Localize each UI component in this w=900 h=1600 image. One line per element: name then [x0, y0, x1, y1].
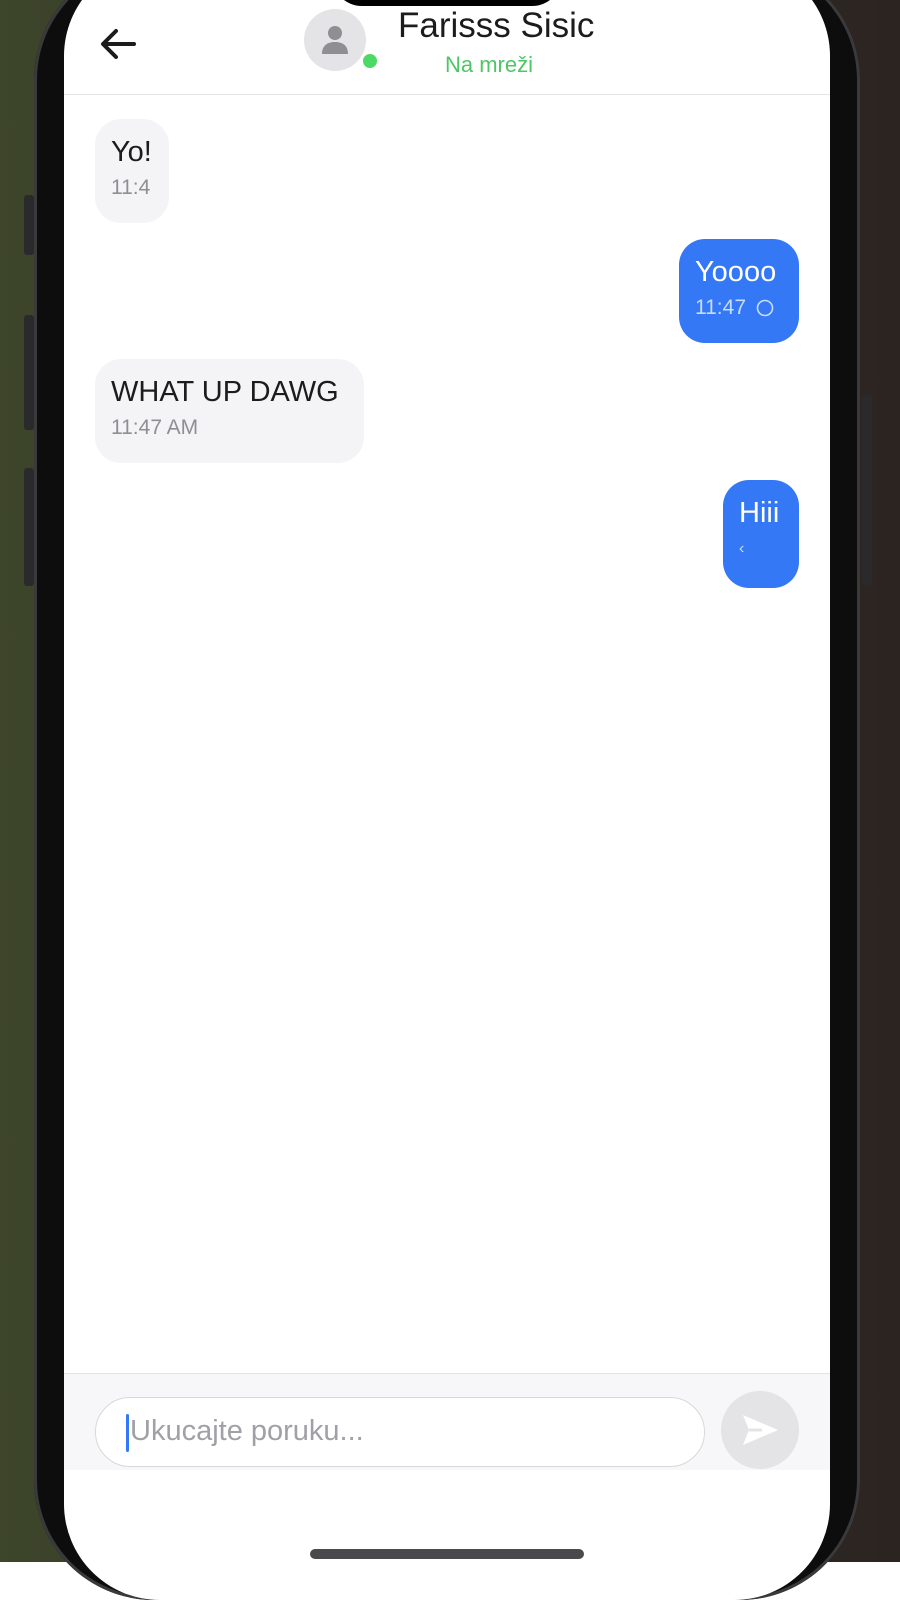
message-composer — [64, 1373, 830, 1470]
outgoing-message[interactable]: Hiii ‹ — [723, 480, 799, 588]
person-icon — [322, 26, 348, 54]
message-time: 11:47 AM — [111, 416, 199, 439]
message-time: 11:4 — [111, 176, 151, 199]
message-list: Yo! 11:4 Yoooo 11:47 WHAT UP DAWG 11:47 … — [64, 95, 830, 1375]
message-input[interactable] — [126, 1398, 690, 1465]
contact-name: Farisss Sisic — [398, 6, 595, 45]
phone-side-button — [24, 468, 34, 586]
chat-header: Farisss Sisic Na mreži — [64, 0, 830, 95]
message-time: ‹ — [739, 540, 745, 557]
incoming-message[interactable]: Yo! 11:4 — [95, 119, 169, 223]
incoming-message[interactable]: WHAT UP DAWG 11:47 AM — [95, 359, 364, 463]
phone-side-button — [24, 195, 34, 255]
message-text: Hiii — [739, 497, 780, 529]
send-button[interactable] — [721, 1391, 799, 1469]
online-status: Na mreži — [445, 52, 534, 77]
online-indicator — [360, 51, 380, 71]
phone-side-button — [24, 315, 34, 430]
arrow-left-icon — [101, 29, 136, 59]
home-indicator[interactable] — [310, 1549, 584, 1559]
message-input-container — [95, 1397, 705, 1467]
back-button[interactable] — [92, 18, 144, 70]
contact-avatar[interactable] — [304, 9, 366, 71]
message-text: Yoooo — [695, 256, 777, 288]
message-text: WHAT UP DAWG — [111, 376, 339, 408]
pending-circle-icon — [756, 299, 774, 317]
message-time: 11:47 — [695, 296, 746, 319]
outgoing-message[interactable]: Yoooo 11:47 — [679, 239, 799, 343]
message-text: Yo! — [111, 136, 152, 168]
message-meta: 11:47 — [695, 295, 783, 321]
phone-side-button — [862, 395, 872, 585]
send-arrow-icon — [743, 1415, 778, 1445]
phone-screen: Farisss Sisic Na mreži Yo! 11:4 Yoooo 11… — [64, 0, 830, 1600]
